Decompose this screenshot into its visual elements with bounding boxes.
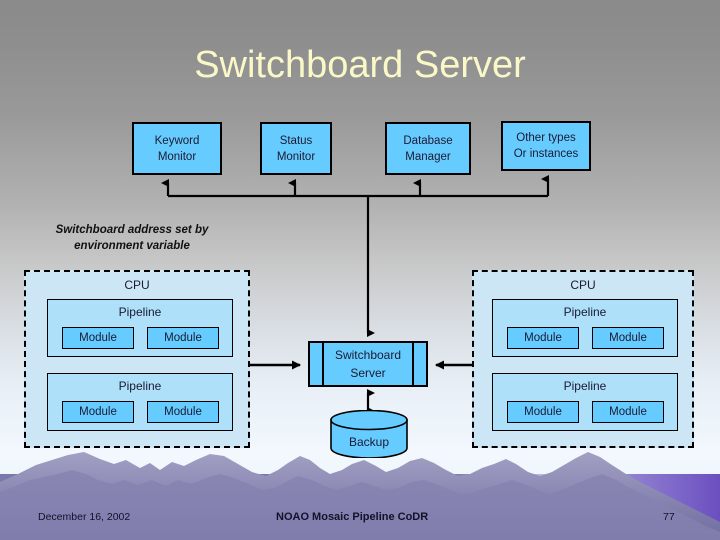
cpu-right-pipeline-1-label: Pipeline xyxy=(563,305,607,319)
cpu-left-pipeline-1[interactable]: Pipeline Module Module xyxy=(47,299,233,357)
note-line1: Switchboard address set by xyxy=(55,224,209,236)
cpu-left-pipeline-1-label: Pipeline xyxy=(118,305,162,319)
cpu-left-pipeline-2-label: Pipeline xyxy=(118,379,162,393)
backup-label: Backup xyxy=(348,435,390,449)
cpu-left-pipeline-2[interactable]: Pipeline Module Module xyxy=(47,373,233,431)
cpu-right-pipeline-2-label: Pipeline xyxy=(563,379,607,393)
cpu-left-pipeline-2-module-2[interactable]: Module xyxy=(147,401,219,423)
backup-database-cylinder[interactable]: Backup xyxy=(330,409,408,459)
status-monitor-box[interactable]: Status Monitor xyxy=(260,122,332,175)
keyword-monitor-line2: Monitor xyxy=(157,150,197,163)
switchboard-server-line2: Server xyxy=(350,366,386,380)
footer-center-title: NOAO Mosaic Pipeline CoDR xyxy=(276,511,429,523)
slide-canvas: Switchboard Server Keyword Monitor Statu… xyxy=(0,0,720,540)
cpu-left[interactable]: CPU Pipeline Module Module Pipeline Modu… xyxy=(24,270,250,448)
cpu-right-pipeline-1[interactable]: Pipeline Module Module xyxy=(492,299,678,357)
switchboard-server-line1: Switchboard xyxy=(334,348,402,362)
footer-date: December 16, 2002 xyxy=(38,511,131,523)
status-monitor-line1: Status xyxy=(279,134,313,147)
cpu-left-label: CPU xyxy=(124,278,150,292)
database-manager-box[interactable]: Database Manager xyxy=(385,122,471,175)
keyword-monitor-line1: Keyword xyxy=(154,134,200,147)
cylinder-shape xyxy=(330,409,408,459)
switchboard-address-note: Switchboard address set by environment v… xyxy=(12,222,252,254)
cpu-right-pipeline-1-module-1[interactable]: Module xyxy=(507,327,579,349)
note-line2: environment variable xyxy=(74,240,190,252)
cpu-right-pipeline-2-module-2[interactable]: Module xyxy=(592,401,664,423)
other-types-line2: Or instances xyxy=(513,148,579,160)
cpu-right-pipeline-1-module-2[interactable]: Module xyxy=(592,327,664,349)
status-monitor-line2: Monitor xyxy=(276,150,316,163)
database-manager-line2: Manager xyxy=(405,150,451,163)
cpu-left-pipeline-1-module-2[interactable]: Module xyxy=(147,327,219,349)
cpu-right[interactable]: CPU Pipeline Module Module Pipeline Modu… xyxy=(472,270,694,448)
database-manager-line1: Database xyxy=(403,134,453,147)
cpu-left-pipeline-2-module-1[interactable]: Module xyxy=(62,401,134,423)
other-types-line1: Other types xyxy=(516,132,576,144)
footer-page-number: 77 xyxy=(663,511,675,523)
cpu-right-pipeline-2[interactable]: Pipeline Module Module xyxy=(492,373,678,431)
other-types-box[interactable]: Other types Or instances xyxy=(501,121,591,171)
keyword-monitor-box[interactable]: Keyword Monitor xyxy=(132,122,222,175)
cpu-right-pipeline-2-module-1[interactable]: Module xyxy=(507,401,579,423)
cpu-left-pipeline-1-module-1[interactable]: Module xyxy=(62,327,134,349)
switchboard-server-box[interactable]: Switchboard Server xyxy=(308,341,428,387)
cpu-right-label: CPU xyxy=(570,278,596,292)
